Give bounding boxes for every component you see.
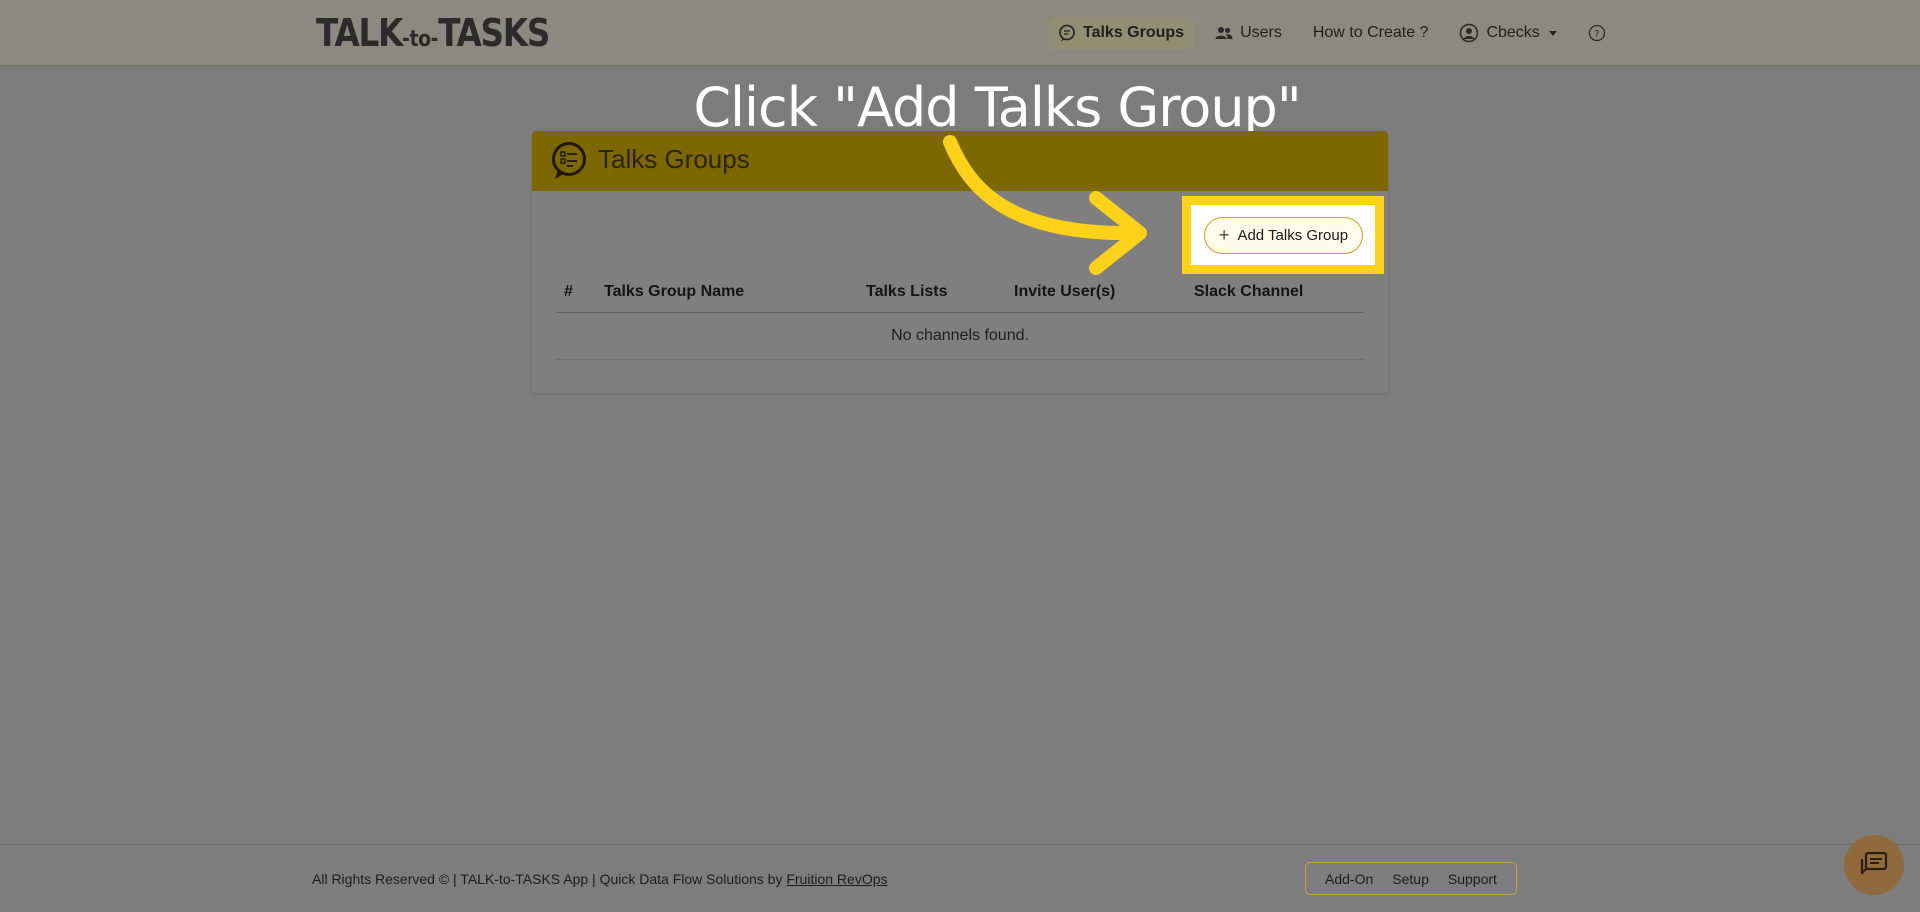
nav-talks-groups[interactable]: Talks Groups [1048, 17, 1195, 49]
top-navbar: TALK-to-TASKS Talks Groups Users How to … [0, 0, 1920, 66]
chat-widget-button[interactable] [1844, 835, 1904, 895]
chat-bubble-icon [1860, 851, 1888, 875]
plus-icon: + [1218, 224, 1230, 245]
column-header-talks-lists: Talks Lists [866, 283, 948, 300]
brand-logo[interactable]: TALK-to-TASKS [316, 11, 550, 61]
nav-how-to-create[interactable]: How to Create ? [1303, 17, 1439, 49]
users-icon [1215, 27, 1233, 39]
main-nav: Talks Groups Users How to Create ? Cbeck… [1048, 17, 1627, 49]
footer-link-support[interactable]: Support [1448, 871, 1497, 887]
copyright-text: All Rights Reserved © | TALK-to-TASKS Ap… [312, 871, 787, 887]
svg-text:?: ? [1594, 29, 1599, 40]
table-empty-row: No channels found. [556, 313, 1364, 360]
card-title: Talks Groups [598, 144, 750, 174]
empty-message: No channels found. [891, 327, 1029, 344]
add-talks-group-button[interactable]: + Add Talks Group [1204, 217, 1363, 254]
nav-label: How to Create ? [1312, 24, 1429, 41]
chat-icon [1059, 24, 1075, 42]
footer-copyright: All Rights Reserved © | TALK-to-TASKS Ap… [312, 871, 888, 887]
footer-link-setup[interactable]: Setup [1392, 871, 1429, 887]
column-header-name: Talks Group Name [604, 283, 745, 300]
nav-users[interactable]: Users [1205, 17, 1292, 49]
nav-label: Users [1240, 24, 1282, 41]
curved-arrow-annotation [943, 135, 1147, 275]
add-button-label: Add Talks Group [1237, 227, 1349, 244]
nav-label: Cbecks [1486, 24, 1540, 41]
brand-part-talk: TALK [316, 11, 403, 55]
help-icon: ? [1588, 24, 1605, 42]
company-link[interactable]: Fruition RevOps [786, 871, 887, 887]
nav-label: Talks Groups [1083, 24, 1185, 41]
column-header-invite-users: Invite User(s) [1014, 283, 1116, 300]
footer-links: Add-On Setup Support [1305, 862, 1517, 895]
column-header-number: # [564, 283, 573, 300]
nav-help[interactable]: ? [1578, 17, 1616, 49]
column-header-slack-channel: Slack Channel [1194, 283, 1304, 300]
footer-link-add-on[interactable]: Add-On [1325, 871, 1373, 887]
talks-group-icon [552, 142, 586, 179]
brand-part-to: -to- [402, 27, 439, 52]
nav-user-menu[interactable]: Cbecks [1449, 17, 1566, 49]
footer: All Rights Reserved © | TALK-to-TASKS Ap… [0, 844, 1920, 912]
user-circle-icon [1460, 23, 1479, 43]
caret-down-icon [1548, 30, 1557, 36]
brand-part-tasks: TASKS [438, 11, 550, 55]
